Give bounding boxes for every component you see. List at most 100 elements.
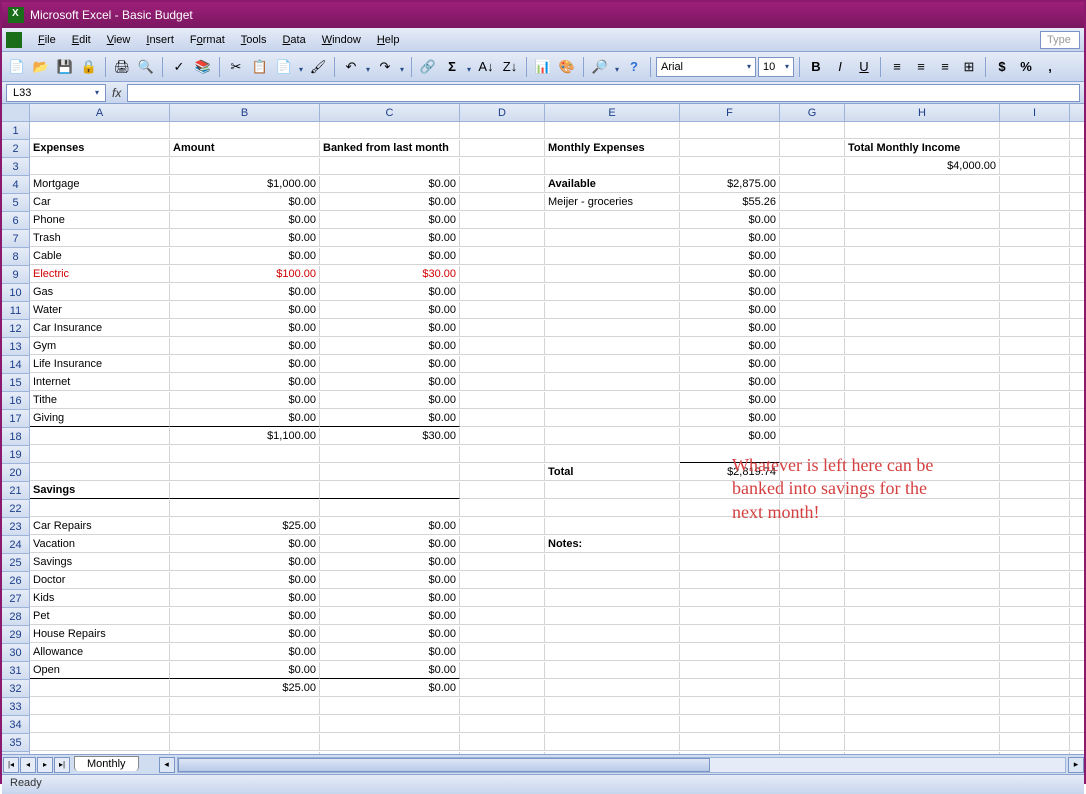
cell[interactable]: $0.00 [320, 536, 460, 553]
cell[interactable] [460, 698, 545, 715]
cell[interactable]: $0.00 [320, 356, 460, 373]
cell[interactable] [460, 428, 545, 445]
cell[interactable] [545, 158, 680, 175]
cell[interactable]: $0.00 [680, 230, 780, 247]
help-type-box[interactable]: Type [1040, 31, 1080, 49]
cell[interactable] [680, 122, 780, 139]
cell[interactable] [1070, 500, 1084, 517]
cell[interactable] [1000, 212, 1070, 229]
cell[interactable]: Gas [30, 284, 170, 301]
cell[interactable] [780, 284, 845, 301]
cut-icon[interactable]: ✂ [225, 56, 247, 78]
cell[interactable]: Available [545, 176, 680, 193]
cell[interactable] [1070, 680, 1084, 697]
cell[interactable] [30, 464, 170, 481]
tab-nav-first-icon[interactable]: |◂ [3, 757, 19, 773]
cell[interactable] [460, 158, 545, 175]
cell[interactable] [545, 392, 680, 409]
new-icon[interactable]: 📄 [6, 56, 28, 78]
cell[interactable] [320, 446, 460, 463]
menu-insert[interactable]: Insert [138, 31, 182, 49]
menu-file[interactable]: File [30, 31, 64, 49]
cell[interactable] [780, 626, 845, 643]
row-header[interactable]: 28 [2, 608, 30, 626]
cell[interactable]: $0.00 [680, 212, 780, 229]
cell[interactable] [780, 536, 845, 553]
row-header[interactable]: 13 [2, 338, 30, 356]
excel-doc-icon[interactable] [6, 32, 22, 48]
cell[interactable] [1000, 518, 1070, 535]
cell[interactable]: $0.00 [320, 320, 460, 337]
cell[interactable]: $0.00 [170, 284, 320, 301]
cell[interactable]: $0.00 [170, 338, 320, 355]
cell[interactable] [780, 734, 845, 751]
cell[interactable] [460, 500, 545, 517]
cell[interactable] [460, 410, 545, 427]
cell[interactable] [1000, 590, 1070, 607]
cell[interactable] [460, 680, 545, 697]
redo-dropdown[interactable]: ▾ [398, 59, 406, 74]
cell[interactable] [845, 122, 1000, 139]
cell[interactable] [1070, 212, 1084, 229]
row-header[interactable]: 9 [2, 266, 30, 284]
cell[interactable] [845, 482, 1000, 499]
cell[interactable]: $0.00 [320, 392, 460, 409]
cell[interactable] [845, 212, 1000, 229]
cell[interactable] [780, 554, 845, 571]
help-icon[interactable]: ? [623, 56, 645, 78]
cell[interactable] [545, 626, 680, 643]
row-header[interactable]: 27 [2, 590, 30, 608]
cell[interactable] [320, 158, 460, 175]
cell[interactable] [1070, 716, 1084, 733]
cell[interactable]: $1,100.00 [170, 428, 320, 445]
cell[interactable]: Total Monthly Income [845, 140, 1000, 157]
cell[interactable]: $0.00 [170, 230, 320, 247]
cell[interactable] [545, 230, 680, 247]
cell[interactable] [1000, 464, 1070, 481]
cell[interactable] [845, 464, 1000, 481]
sort-desc-icon[interactable]: Z↓ [499, 56, 521, 78]
cell[interactable]: $0.00 [170, 572, 320, 589]
cell[interactable]: House Repairs [30, 626, 170, 643]
sort-asc-icon[interactable]: A↓ [475, 56, 497, 78]
cell[interactable] [545, 608, 680, 625]
cell[interactable] [680, 572, 780, 589]
spelling-icon[interactable]: ✓ [168, 56, 190, 78]
cell[interactable] [780, 716, 845, 733]
cell[interactable] [1070, 176, 1084, 193]
font-size-select[interactable]: 10▾ [758, 57, 794, 77]
cell[interactable] [1070, 662, 1084, 679]
cell[interactable]: $0.00 [170, 554, 320, 571]
cell[interactable] [460, 176, 545, 193]
cell[interactable] [1000, 374, 1070, 391]
cell[interactable] [320, 464, 460, 481]
cell[interactable]: $0.00 [170, 212, 320, 229]
row-header[interactable]: 23 [2, 518, 30, 536]
cell[interactable] [780, 410, 845, 427]
cell[interactable]: $0.00 [170, 248, 320, 265]
cell[interactable] [1000, 680, 1070, 697]
column-header[interactable]: H [845, 104, 1000, 122]
cell[interactable] [460, 482, 545, 499]
cell[interactable] [780, 428, 845, 445]
cell[interactable]: Monthly Expenses [545, 140, 680, 157]
cell[interactable] [845, 230, 1000, 247]
cell[interactable] [780, 140, 845, 157]
cell[interactable] [1000, 608, 1070, 625]
row-header[interactable]: 34 [2, 716, 30, 734]
cell[interactable] [780, 266, 845, 283]
cell[interactable]: $0.00 [170, 644, 320, 661]
underline-icon[interactable]: U [853, 56, 875, 78]
cell[interactable] [680, 608, 780, 625]
cell[interactable] [1070, 626, 1084, 643]
currency-icon[interactable]: $ [991, 56, 1013, 78]
cell[interactable] [845, 392, 1000, 409]
cell[interactable]: $0.00 [320, 302, 460, 319]
cell[interactable] [1000, 158, 1070, 175]
row-header[interactable]: 26 [2, 572, 30, 590]
cell[interactable] [30, 680, 170, 697]
cell[interactable] [1070, 140, 1084, 157]
column-header[interactable]: E [545, 104, 680, 122]
row-header[interactable]: 25 [2, 554, 30, 572]
paste-dropdown[interactable]: ▾ [297, 59, 305, 74]
